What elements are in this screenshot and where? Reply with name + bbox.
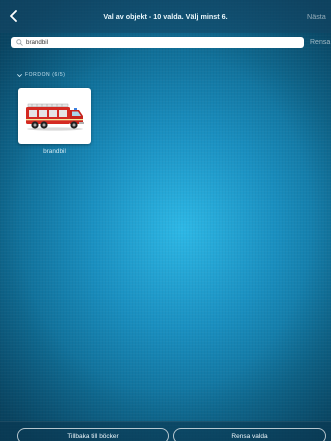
section-header-fordon[interactable]: FORDON (6/5) <box>17 71 66 79</box>
chevron-left-icon <box>10 10 17 22</box>
next-button[interactable]: Nästa <box>307 0 331 33</box>
page-title: Val av objekt - 10 valda. Välj minst 6. <box>103 12 228 21</box>
search-icon <box>16 39 23 46</box>
chevron-down-icon <box>17 73 22 78</box>
top-nav-bar: Val av objekt - 10 valda. Välj minst 6. … <box>0 0 331 33</box>
back-button[interactable] <box>6 8 22 24</box>
back-to-books-button[interactable]: Tillbaka till böcker <box>17 428 169 441</box>
search-input[interactable] <box>26 38 286 47</box>
background-vignette <box>0 0 331 441</box>
clear-search-button[interactable]: Rensa <box>310 37 331 48</box>
fire-truck-icon <box>25 103 84 131</box>
search-field[interactable] <box>11 37 304 48</box>
object-card-brandbil[interactable] <box>18 88 91 144</box>
background-texture <box>0 0 331 441</box>
section-header-label: FORDON (6/5) <box>25 72 66 78</box>
clear-selected-button[interactable]: Rensa valda <box>173 428 326 441</box>
object-card-label: brandbil <box>43 148 66 155</box>
